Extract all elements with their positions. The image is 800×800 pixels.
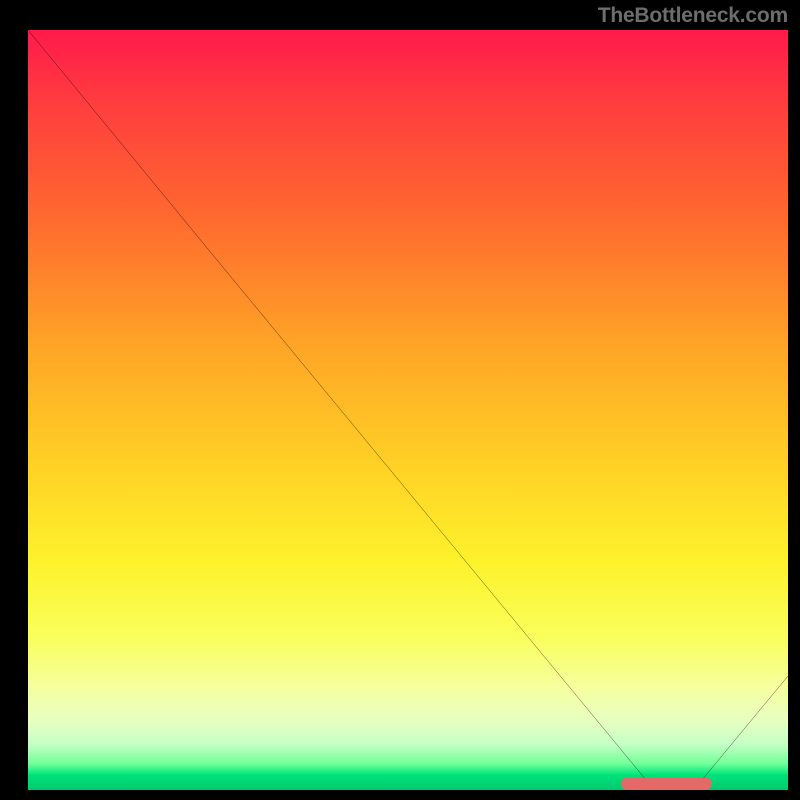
plot-area bbox=[28, 30, 788, 790]
attribution-label: TheBottleneck.com bbox=[598, 4, 788, 28]
chart-frame: TheBottleneck.com bbox=[0, 0, 800, 800]
highlight-marker bbox=[621, 778, 712, 790]
bottleneck-curve bbox=[28, 30, 788, 786]
curve-layer bbox=[28, 30, 788, 790]
